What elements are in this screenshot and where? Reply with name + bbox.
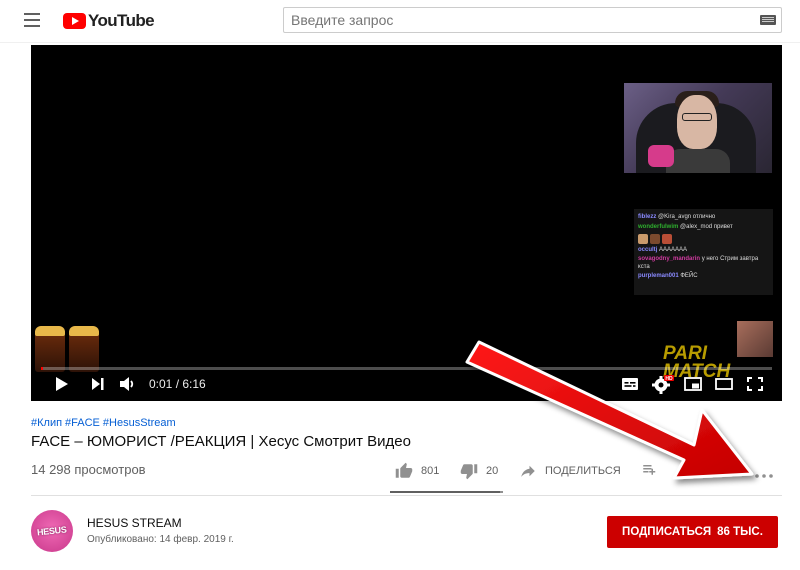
hashtag-link[interactable]: #Клип: [31, 417, 62, 429]
chat-message: occultj ААААААА: [638, 247, 688, 253]
youtube-logo[interactable]: YouTube: [63, 11, 155, 31]
search-box: [283, 7, 782, 33]
more-icon: [755, 474, 773, 478]
next-icon[interactable]: [87, 372, 107, 396]
subscribe-label: ПОДПИСАТЬСЯ: [622, 526, 712, 538]
fullscreen-icon[interactable]: [745, 372, 765, 396]
hashtag-link[interactable]: #HesusStream: [103, 417, 176, 429]
miniplayer-icon[interactable]: [683, 372, 703, 396]
svg-text:HD: HD: [665, 376, 673, 382]
share-label: ПОДЕЛИТЬСЯ: [545, 465, 621, 477]
player-controls: 0:01 / 6:16 HD: [31, 372, 782, 398]
share-button[interactable]: ПОДЕЛИТЬСЯ: [519, 458, 621, 484]
chat-emotes: [638, 232, 769, 245]
avatar-text: HESUS: [36, 524, 68, 538]
publish-date: Опубликовано: 14 февр. 2019 г.: [87, 534, 234, 545]
hashtag-link[interactable]: #FACE: [65, 417, 100, 429]
masthead: YouTube: [0, 0, 800, 42]
subscribe-button[interactable]: ПОДПИСАТЬСЯ 86 ТЫС.: [607, 516, 778, 548]
webcam-overlay: [624, 83, 772, 173]
add-to-playlist-icon: [643, 465, 656, 475]
theater-icon[interactable]: [714, 372, 734, 396]
search-input[interactable]: [284, 8, 754, 32]
share-icon: [521, 465, 535, 477]
play-icon[interactable]: [51, 372, 71, 396]
view-count: 14 298 просмотров: [31, 462, 146, 477]
like-icon: [395, 462, 413, 478]
add-to-playlist-button[interactable]: [641, 458, 667, 484]
channel-name[interactable]: HESUS STREAM: [87, 516, 182, 530]
subtitles-icon[interactable]: [620, 372, 640, 396]
keyboard-icon[interactable]: [760, 15, 776, 25]
progress-fill: [41, 367, 44, 370]
logo-text: YouTube: [88, 11, 155, 30]
chat-message: wonderfulwim @alex_mod привет: [638, 224, 733, 230]
progress-bar[interactable]: [41, 367, 772, 370]
chat-message: purpleman001 ФЕЙС: [638, 273, 698, 279]
info-divider: [31, 495, 782, 496]
youtube-play-icon: [63, 13, 86, 29]
more-actions-button[interactable]: [753, 458, 783, 484]
time-display: 0:01 / 6:16: [149, 377, 206, 391]
avatar[interactable]: HESUS: [31, 510, 73, 552]
settings-icon[interactable]: HD: [651, 372, 674, 396]
chat-message: sovagodny_mandarin у него Стрим завтра к…: [638, 256, 759, 270]
masthead-divider: [0, 42, 800, 43]
dislike-icon: [460, 464, 478, 480]
dislike-count: 20: [486, 465, 499, 477]
menu-icon[interactable]: [24, 13, 40, 27]
chat-overlay: fiblezz @Kira_avgn отлично wonderfulwim …: [634, 209, 773, 295]
cups-image: [35, 326, 103, 372]
subscriber-count: 86 ТЫС.: [717, 526, 763, 538]
hashtags: #Клип #FACE #HesusStream: [31, 417, 179, 429]
video-title: FACE – ЮМОРИСТ /РЕАКЦИЯ | Хесус Смотрит …: [31, 433, 411, 450]
sentiment-like-fill: [390, 491, 501, 493]
dislike-button[interactable]: 20: [460, 458, 498, 484]
chat-message: fiblezz @Kira_avgn отлично: [638, 214, 716, 220]
like-count: 801: [421, 465, 440, 477]
video-player[interactable]: fiblezz @Kira_avgn отлично wonderfulwim …: [31, 45, 782, 401]
volume-icon[interactable]: [117, 372, 137, 396]
like-button[interactable]: 801: [395, 458, 439, 484]
sentiment-bar: [390, 491, 503, 493]
